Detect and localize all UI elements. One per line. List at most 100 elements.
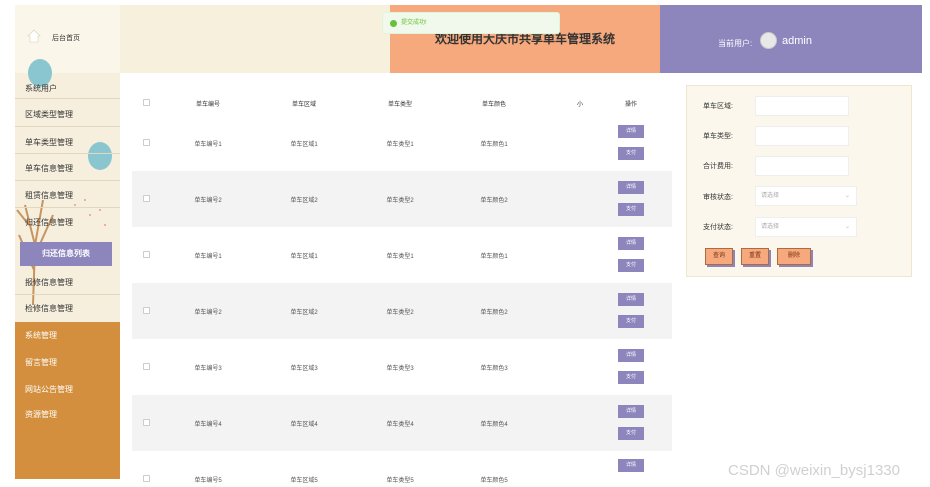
column-header-bike-color[interactable]: 单车颜色 [482, 99, 506, 108]
page: 后台首页 系统用户 区域类型管理 单车类型管理 单车信息管理 租赁信息管理 归还… [0, 0, 930, 487]
cell-bike-color: 单车颜色2 [480, 198, 508, 204]
success-icon [390, 20, 397, 27]
detail-button[interactable]: 详情 [618, 181, 644, 194]
pay-button[interactable]: 支付 [618, 427, 644, 440]
sidebar-item-message-manage[interactable]: 留言管理 [15, 349, 120, 376]
sidebar-item-label: 系统用户 [25, 84, 57, 93]
sidebar-item-return-info[interactable]: 归还信息管理 [15, 217, 120, 228]
audit-label: 审核状态: [703, 194, 733, 201]
pay-button[interactable]: 支付 [618, 315, 644, 328]
sidebar: 后台首页 系统用户 区域类型管理 单车类型管理 单车信息管理 租赁信息管理 归还… [15, 5, 120, 479]
divider [15, 207, 120, 208]
column-header-truncated[interactable]: 小 [577, 99, 583, 108]
table-row: 单车编号3 单车区域3 单车类型3 单车颜色3 详情 支付 [132, 339, 672, 395]
column-header-bike-area[interactable]: 单车区域 [292, 99, 316, 108]
sidebar-home-label: 后台首页 [52, 35, 80, 42]
detail-button[interactable]: 详情 [618, 405, 644, 418]
sidebar-item-area-type[interactable]: 区域类型管理 [15, 109, 120, 120]
row-checkbox[interactable] [143, 307, 150, 314]
row-checkbox[interactable] [143, 419, 150, 426]
audit-select[interactable]: 请选择 ⌄ [755, 186, 857, 206]
current-user-label: 当前用户: [718, 39, 753, 48]
sidebar-item-resource-manage[interactable]: 资源管理 [15, 401, 120, 428]
sidebar-item-label: 检修信息管理 [25, 304, 73, 313]
cell-bike-type: 单车类型2 [386, 310, 414, 316]
column-header-bike-type[interactable]: 单车类型 [388, 99, 412, 108]
watermark: CSDN @weixin_bysj1330 [728, 462, 900, 479]
cell-bike-area: 单车区域5 [290, 478, 318, 484]
sidebar-item-return-list[interactable]: 归还信息列表 [20, 242, 112, 266]
sidebar-item-inspection-info[interactable]: 检修信息管理 [15, 303, 120, 314]
cell-bike-color: 单车颜色4 [480, 422, 508, 428]
area-input[interactable] [755, 96, 849, 116]
cell-bike-no: 单车编号1 [194, 142, 222, 148]
detail-button[interactable]: 详情 [618, 237, 644, 250]
pay-button[interactable]: 支付 [618, 203, 644, 216]
cell-bike-area: 单车区域1 [290, 254, 318, 260]
sidebar-item-bike-type[interactable]: 单车类型管理 [15, 137, 120, 148]
cell-bike-type: 单车类型4 [386, 422, 414, 428]
sidebar-item-label: 租赁信息管理 [25, 191, 73, 200]
sidebar-item-repair-info[interactable]: 报修信息管理 [15, 277, 120, 288]
query-button[interactable]: 查询 [705, 248, 733, 265]
cell-bike-no: 单车编号5 [194, 478, 222, 484]
sidebar-item-label: 区域类型管理 [25, 110, 73, 119]
fee-input[interactable] [755, 156, 849, 176]
column-header-bike-no[interactable]: 单车编号 [196, 99, 220, 108]
row-checkbox[interactable] [143, 139, 150, 146]
pay-button[interactable]: 支付 [618, 259, 644, 272]
row-checkbox[interactable] [143, 475, 150, 482]
header-left [120, 5, 390, 73]
sidebar-item-system-users[interactable]: 系统用户 [15, 83, 120, 94]
home-icon [27, 29, 41, 43]
cell-bike-type: 单车类型1 [386, 254, 414, 260]
toast-message: 提交成功! [401, 20, 427, 26]
cell-bike-type: 单车类型1 [386, 142, 414, 148]
pay-status-label: 支付状态: [703, 224, 733, 231]
cell-bike-color: 单车颜色1 [480, 142, 508, 148]
pay-button[interactable]: 支付 [618, 371, 644, 384]
table-row: 单车编号5 单车区域5 单车类型5 单车颜色5 详情 [132, 451, 672, 487]
sidebar-item-label: 系统管理 [25, 331, 57, 340]
detail-button[interactable]: 详情 [618, 349, 644, 362]
table-row: 单车编号1 单车区域1 单车类型1 单车颜色1 详情 支付 [132, 227, 672, 283]
row-checkbox[interactable] [143, 195, 150, 202]
detail-button[interactable]: 详情 [618, 293, 644, 306]
reset-button[interactable]: 重置 [741, 248, 769, 265]
cell-bike-color: 单车颜色2 [480, 310, 508, 316]
avatar[interactable] [760, 32, 777, 49]
column-header-actions: 操作 [624, 102, 638, 108]
row-checkbox[interactable] [143, 363, 150, 370]
detail-button[interactable]: 详情 [618, 459, 644, 472]
sidebar-item-label: 单车类型管理 [25, 138, 73, 147]
current-username[interactable]: admin [782, 35, 812, 47]
table-row: 单车编号4 单车区域4 单车类型4 单车颜色4 详情 支付 [132, 395, 672, 451]
sidebar-item-label: 网站公告管理 [25, 385, 73, 394]
select-all-checkbox[interactable] [143, 99, 150, 106]
sidebar-item-label: 留言管理 [25, 358, 57, 367]
sidebar-item-bike-info[interactable]: 单车信息管理 [15, 163, 120, 174]
type-label: 单车类型: [703, 133, 733, 140]
type-input[interactable] [755, 126, 849, 146]
search-panel: 单车区域: 单车类型: 合计费用: 审核状态: 请选择 ⌄ 支付状态: 请选择 … [686, 85, 912, 277]
divider [15, 153, 120, 154]
sidebar-item-rental-info[interactable]: 租赁信息管理 [15, 190, 120, 201]
delete-button[interactable]: 删除 [777, 248, 811, 265]
table-row: 单车编号1 单车区域1 单车类型1 单车颜色1 详情 支付 [132, 115, 672, 171]
table-row: 单车编号2 单车区域2 单车类型2 单车颜色2 详情 支付 [132, 283, 672, 339]
row-checkbox[interactable] [143, 251, 150, 258]
sidebar-item-announcement-manage[interactable]: 网站公告管理 [15, 376, 120, 403]
chevron-down-icon: ⌄ [844, 193, 850, 199]
detail-button[interactable]: 详情 [618, 125, 644, 138]
fee-label: 合计费用: [703, 163, 733, 170]
success-toast: 提交成功! [382, 12, 560, 34]
cell-bike-area: 单车区域1 [290, 142, 318, 148]
sidebar-item-system-manage[interactable]: 系统管理 [15, 322, 120, 349]
main-content: 单车编号 单车区域 单车类型 单车颜色 小 操作 单车编号1 单车区域1 单车类… [120, 73, 680, 487]
pay-status-placeholder: 请选择 [761, 224, 780, 230]
pay-button[interactable]: 支付 [618, 147, 644, 160]
table-row: 单车编号2 单车区域2 单车类型2 单车颜色2 详情 支付 [132, 171, 672, 227]
cell-bike-no: 单车编号2 [194, 198, 222, 204]
divider [15, 294, 120, 295]
pay-status-select[interactable]: 请选择 ⌄ [755, 217, 857, 237]
